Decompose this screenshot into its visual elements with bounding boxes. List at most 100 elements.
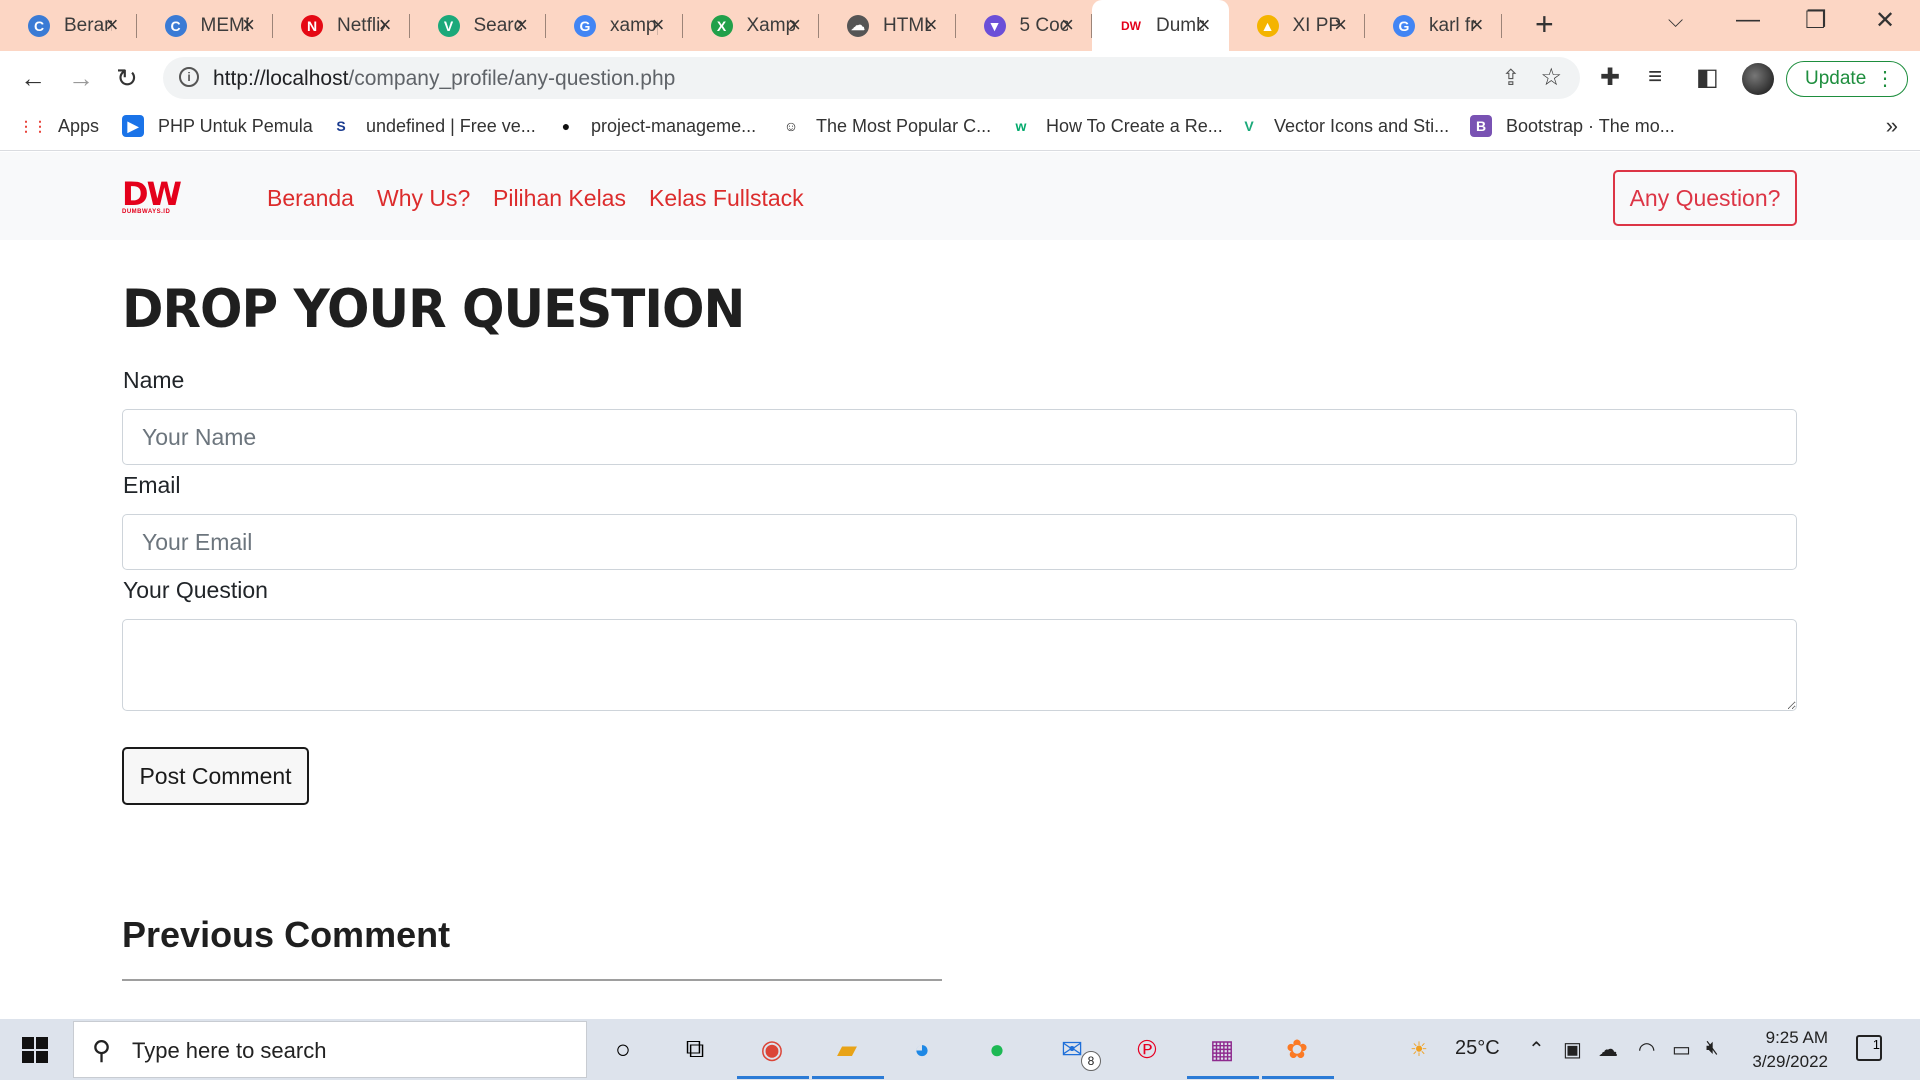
tab-close-icon[interactable]: × [379, 12, 392, 38]
browser-tab[interactable]: ▲XI PPLG× [1229, 0, 1365, 51]
bookmark-item[interactable]: ⋮⋮ Apps [19, 115, 99, 137]
browser-tab[interactable]: N Netflix × [273, 0, 410, 51]
new-tab-button[interactable]: + [1535, 6, 1554, 43]
mail-unread-badge: 8 [1081, 1051, 1101, 1071]
show-hidden-icons-chevron-icon[interactable]: ⌃ [1528, 1037, 1545, 1062]
reload-icon[interactable]: ↻ [116, 63, 138, 94]
nav-link-pilihan-kelas[interactable]: Pilihan Kelas [493, 185, 626, 212]
tab-close-icon[interactable]: × [925, 12, 938, 38]
weather-sun-icon[interactable]: ☀ [1410, 1037, 1428, 1062]
bookmark-item[interactable]: ▶ PHP Untuk Pemula [122, 115, 313, 137]
media-queue-icon[interactable]: ≡ [1648, 63, 1662, 91]
browser-tab[interactable]: ☁ HTML × [819, 0, 956, 51]
close-window-icon[interactable]: ✕ [1875, 6, 1895, 35]
bookmark-item[interactable]: B Bootstrap · The mo... [1470, 115, 1675, 137]
profile-avatar[interactable] [1742, 63, 1774, 95]
address-bar[interactable]: i http://localhost/company_profile/any-q… [163, 57, 1580, 99]
pinterest-icon[interactable]: ℗ [1127, 1029, 1167, 1069]
tab-close-icon[interactable]: × [1061, 12, 1074, 38]
tab-search-chevron-icon[interactable]: ⌵ [1668, 10, 1683, 33]
chrome-icon[interactable]: ◉ [752, 1029, 792, 1069]
battery-icon[interactable]: ▭ [1672, 1037, 1691, 1062]
bookmark-item[interactable]: ☺ The Most Popular C... [780, 115, 991, 137]
bookmark-label: undefined | Free ve... [366, 115, 536, 136]
windows-start-icon[interactable] [22, 1037, 48, 1063]
tab-close-icon[interactable]: × [788, 12, 801, 38]
volume-muted-icon[interactable]: 🔇︎ [1706, 1037, 1719, 1060]
bookmark-star-icon[interactable]: ☆ [1540, 63, 1562, 92]
site-info-icon[interactable]: i [179, 67, 199, 87]
email-field[interactable] [122, 514, 1797, 570]
tab-close-icon[interactable]: × [1198, 12, 1211, 38]
any-question-button[interactable]: Any Question? [1613, 170, 1797, 226]
browser-tab[interactable]: DWDumbways× [1092, 0, 1229, 51]
question-label: Your Question [123, 577, 268, 603]
back-arrow-icon[interactable]: ← [20, 63, 46, 94]
file-explorer-icon[interactable]: ▰ [827, 1029, 867, 1069]
temperature-text[interactable]: 25°C [1455, 1037, 1500, 1060]
bookmark-item[interactable]: w How To Create a Re... [1010, 115, 1223, 137]
cloud-icon: ☁ [847, 14, 869, 37]
tab-close-icon[interactable]: × [1471, 12, 1484, 38]
side-panel-icon[interactable]: ◧ [1696, 63, 1719, 92]
netflix-icon: N [301, 14, 323, 37]
name-field[interactable] [122, 409, 1797, 465]
meet-now-icon[interactable]: ▣ [1563, 1037, 1582, 1062]
onedrive-cloud-icon[interactable]: ☁ [1598, 1037, 1618, 1062]
xampp-active-indicator [1262, 1076, 1334, 1079]
spotify-icon[interactable]: ● [977, 1029, 1017, 1069]
post-comment-button[interactable]: Post Comment [122, 747, 309, 805]
restore-window-icon[interactable]: ❐ [1805, 6, 1827, 35]
extensions-puzzle-icon[interactable]: ✚ [1600, 63, 1620, 92]
browser-tab[interactable]: Gxampp× [546, 0, 683, 51]
cortana-circle-icon[interactable]: ○ [603, 1029, 643, 1069]
browser-tab[interactable]: ▼5 Cool× [956, 0, 1092, 51]
share-icon[interactable]: ⇪ [1502, 65, 1520, 91]
s-icon: S [336, 118, 346, 134]
winrar-icon[interactable]: ▦ [1202, 1029, 1242, 1069]
section-divider [122, 979, 942, 981]
emoji-icon: ☺ [783, 118, 799, 134]
edge-icon[interactable]: ◕ [902, 1029, 942, 1069]
browser-tab[interactable]: VSearch× [410, 0, 546, 51]
previous-comment-heading: Previous Comment [122, 914, 451, 955]
nav-link-beranda[interactable]: Beranda [267, 185, 354, 212]
tab-close-icon[interactable]: × [242, 12, 255, 38]
bookmark-label: The Most Popular C... [816, 115, 992, 136]
wifi-icon[interactable]: ◠ [1638, 1037, 1655, 1062]
nav-link-kelas-fullstack[interactable]: Kelas Fullstack [649, 185, 804, 212]
tab-close-icon[interactable]: × [515, 12, 528, 38]
browser-tab[interactable]: Gkarl fredrick× [1365, 0, 1502, 51]
taskbar-search-input[interactable]: ⚲ Type here to search [73, 1021, 587, 1078]
tab-close-icon[interactable]: × [106, 12, 119, 38]
address-url[interactable]: http://localhost/company_profile/any-que… [213, 67, 675, 91]
green-app-icon: X [710, 14, 733, 37]
minimize-window-icon[interactable]: — [1736, 6, 1760, 34]
xampp-icon[interactable]: ✿ [1277, 1029, 1317, 1069]
bookmark-item[interactable]: ● project-manageme... [555, 115, 756, 137]
browser-tab[interactable]: CBeranda× [0, 0, 137, 51]
tab-close-icon[interactable]: × [1334, 12, 1347, 38]
taskbar-clock[interactable]: 9:25 AM 3/29/2022 [1738, 1026, 1828, 1074]
browser-tab[interactable]: XXampp× [683, 0, 819, 51]
bookmark-label: How To Create a Re... [1046, 115, 1223, 136]
more-bookmarks-icon[interactable]: » [1886, 113, 1898, 139]
bookmark-item[interactable]: V Vector Icons and Sti... [1238, 115, 1449, 137]
tab-separator [1500, 14, 1502, 38]
update-button[interactable]: Update ⋮ [1786, 61, 1908, 97]
dumbways-logo[interactable]: DW DUMBWAYS.ID [122, 178, 184, 223]
task-view-icon[interactable]: ⧉ [675, 1029, 715, 1069]
notification-center-icon[interactable]: 1 [1856, 1035, 1882, 1061]
question-textarea[interactable] [122, 619, 1797, 711]
google-icon: G [574, 14, 596, 37]
tab-close-icon[interactable]: × [652, 12, 665, 38]
bookmark-label: Bootstrap · The mo... [1506, 115, 1675, 136]
v-icon: ▼ [983, 14, 1006, 37]
canva-icon: C [164, 14, 187, 37]
menu-dots-icon[interactable]: ⋮ [1875, 62, 1895, 96]
bookmark-item[interactable]: Sundefined | Free ve... [330, 115, 536, 137]
nav-link-why-us[interactable]: Why Us? [377, 185, 470, 212]
browser-tab[interactable]: CMEMBUAT× [137, 0, 273, 51]
forward-arrow-icon[interactable]: → [68, 63, 94, 94]
vector-icon: V [1244, 118, 1254, 134]
